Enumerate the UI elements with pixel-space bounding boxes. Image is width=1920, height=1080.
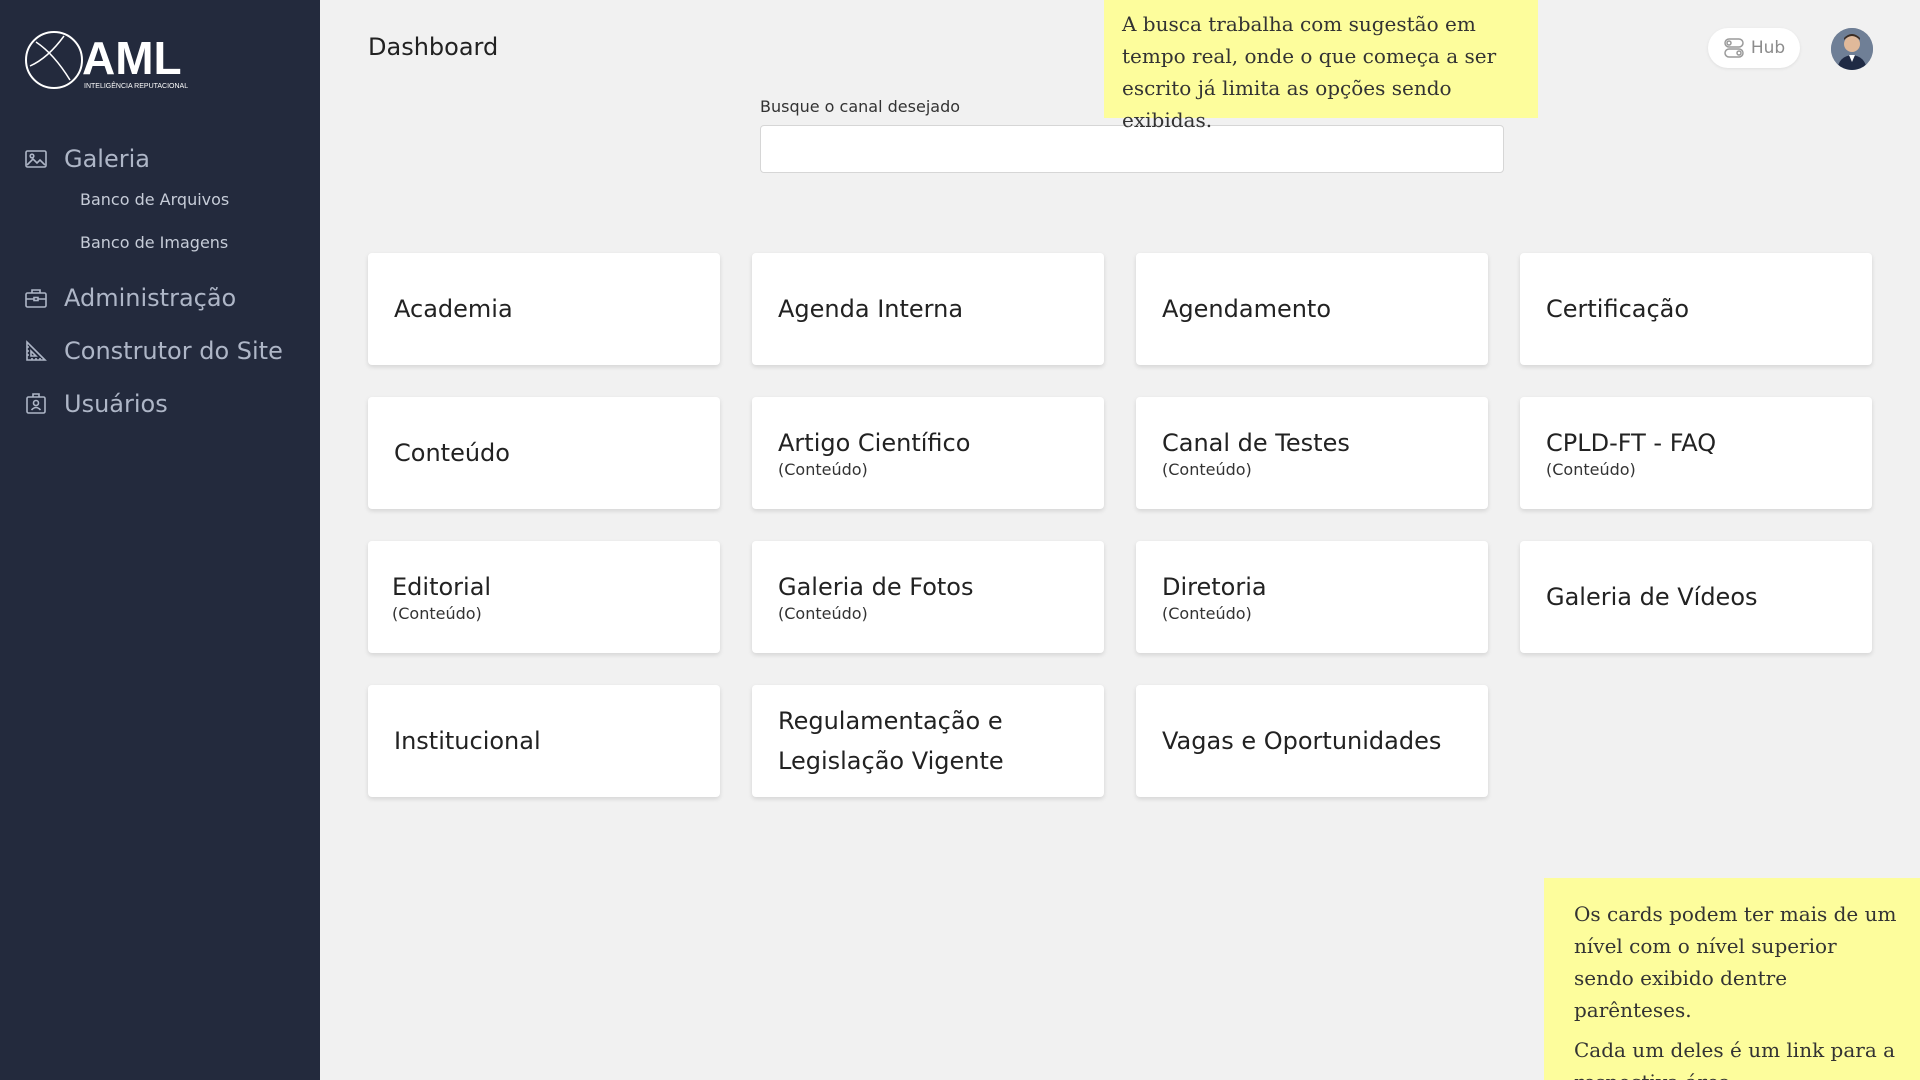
card-title: Agendamento xyxy=(1162,295,1332,323)
card-title: CPLD-FT - FAQ xyxy=(1546,428,1717,457)
card-title: Conteúdo xyxy=(394,439,510,467)
briefcase-icon xyxy=(24,286,48,310)
card-certificacao[interactable]: Certificação xyxy=(1520,253,1872,365)
card-canal-de-testes[interactable]: Canal de Testes (Conteúdo) xyxy=(1136,397,1488,509)
card-title: Vagas e Oportunidades xyxy=(1162,727,1442,755)
search-label: Busque o canal desejado xyxy=(760,97,961,116)
card-editorial[interactable]: Editorial (Conteúdo) xyxy=(368,541,720,653)
logo-tagline: INTELIGÊNCIA REPUTACIONAL xyxy=(84,81,188,90)
card-agenda-interna[interactable]: Agenda Interna xyxy=(752,253,1104,365)
avatar[interactable] xyxy=(1831,28,1873,70)
id-badge-icon xyxy=(24,392,48,416)
sidebar-subitem-banco-de-arquivos[interactable]: Banco de Arquivos xyxy=(80,190,229,209)
annotation-cards-note: Os cards podem ter mais de um nível com … xyxy=(1544,878,1920,1080)
card-title: Canal de Testes xyxy=(1162,428,1350,457)
sidebar-item-construtor-do-site[interactable]: Construtor do Site xyxy=(24,337,283,365)
card-parent: (Conteúdo) xyxy=(392,603,482,623)
card-regulamentacao-e-legislacao-vigente[interactable]: Regulamentação e Legislação Vigente xyxy=(752,685,1104,797)
card-parent: (Conteúdo) xyxy=(778,459,868,479)
card-parent: (Conteúdo) xyxy=(1546,459,1636,479)
sidebar-subitem-banco-de-imagens[interactable]: Banco de Imagens xyxy=(80,233,228,252)
card-title: Institucional xyxy=(394,727,541,755)
card-cpld-ft-faq[interactable]: CPLD-FT - FAQ (Conteúdo) xyxy=(1520,397,1872,509)
toggle-icon xyxy=(1723,37,1745,59)
annotation-text: A busca trabalha com sugestão em tempo r… xyxy=(1122,12,1497,132)
annotation-text: Os cards podem ter mais de um nível com … xyxy=(1574,902,1897,1022)
logo-text: AML xyxy=(82,32,182,84)
card-title: Galeria de Vídeos xyxy=(1546,583,1758,611)
card-parent: (Conteúdo) xyxy=(1162,603,1252,623)
sidebar-item-galeria[interactable]: Galeria xyxy=(24,145,150,173)
aml-logo[interactable]: AML INTELIGÊNCIA REPUTACIONAL xyxy=(24,28,204,92)
card-academia[interactable]: Academia xyxy=(368,253,720,365)
hub-button[interactable]: Hub xyxy=(1708,28,1800,68)
card-parent: (Conteúdo) xyxy=(778,603,868,623)
card-title: Regulamentação e Legislação Vigente xyxy=(778,707,1004,775)
image-icon xyxy=(24,147,48,171)
sidebar-item-label: Usuários xyxy=(64,390,168,418)
sidebar-item-label: Construtor do Site xyxy=(64,337,283,365)
sidebar-item-usuarios[interactable]: Usuários xyxy=(24,390,168,418)
page-title: Dashboard xyxy=(368,33,499,61)
card-artigo-cientifico[interactable]: Artigo Científico (Conteúdo) xyxy=(752,397,1104,509)
card-parent: (Conteúdo) xyxy=(1162,459,1252,479)
annotation-search-note: A busca trabalha com sugestão em tempo r… xyxy=(1104,0,1538,132)
card-galeria-de-fotos[interactable]: Galeria de Fotos (Conteúdo) xyxy=(752,541,1104,653)
card-title: Agenda Interna xyxy=(778,295,964,323)
annotation-text: Cada um deles é um link para a respectiv… xyxy=(1574,1038,1896,1080)
hub-label: Hub xyxy=(1750,38,1786,58)
card-title: Certificação xyxy=(1546,295,1690,323)
card-agendamento[interactable]: Agendamento xyxy=(1136,253,1488,365)
card-title: Diretoria xyxy=(1162,572,1267,601)
sidebar-item-label: Administração xyxy=(64,284,237,312)
card-institucional[interactable]: Institucional xyxy=(368,685,720,797)
card-galeria-de-videos[interactable]: Galeria de Vídeos xyxy=(1520,541,1872,653)
card-conteudo[interactable]: Conteúdo xyxy=(368,397,720,509)
sidebar-item-administracao[interactable]: Administração xyxy=(24,284,236,312)
card-title: Editorial xyxy=(392,572,492,601)
sidebar-item-label: Galeria xyxy=(64,145,150,173)
card-diretoria[interactable]: Diretoria (Conteúdo) xyxy=(1136,541,1488,653)
card-title: Galeria de Fotos xyxy=(778,572,974,601)
card-title: Artigo Científico xyxy=(778,428,971,457)
sidebar: AML INTELIGÊNCIA REPUTACIONAL Galeria Ba… xyxy=(0,0,320,1080)
ruler-triangle-icon xyxy=(24,339,48,363)
card-title: Academia xyxy=(394,295,513,323)
card-vagas-e-oportunidades[interactable]: Vagas e Oportunidades xyxy=(1136,685,1488,797)
